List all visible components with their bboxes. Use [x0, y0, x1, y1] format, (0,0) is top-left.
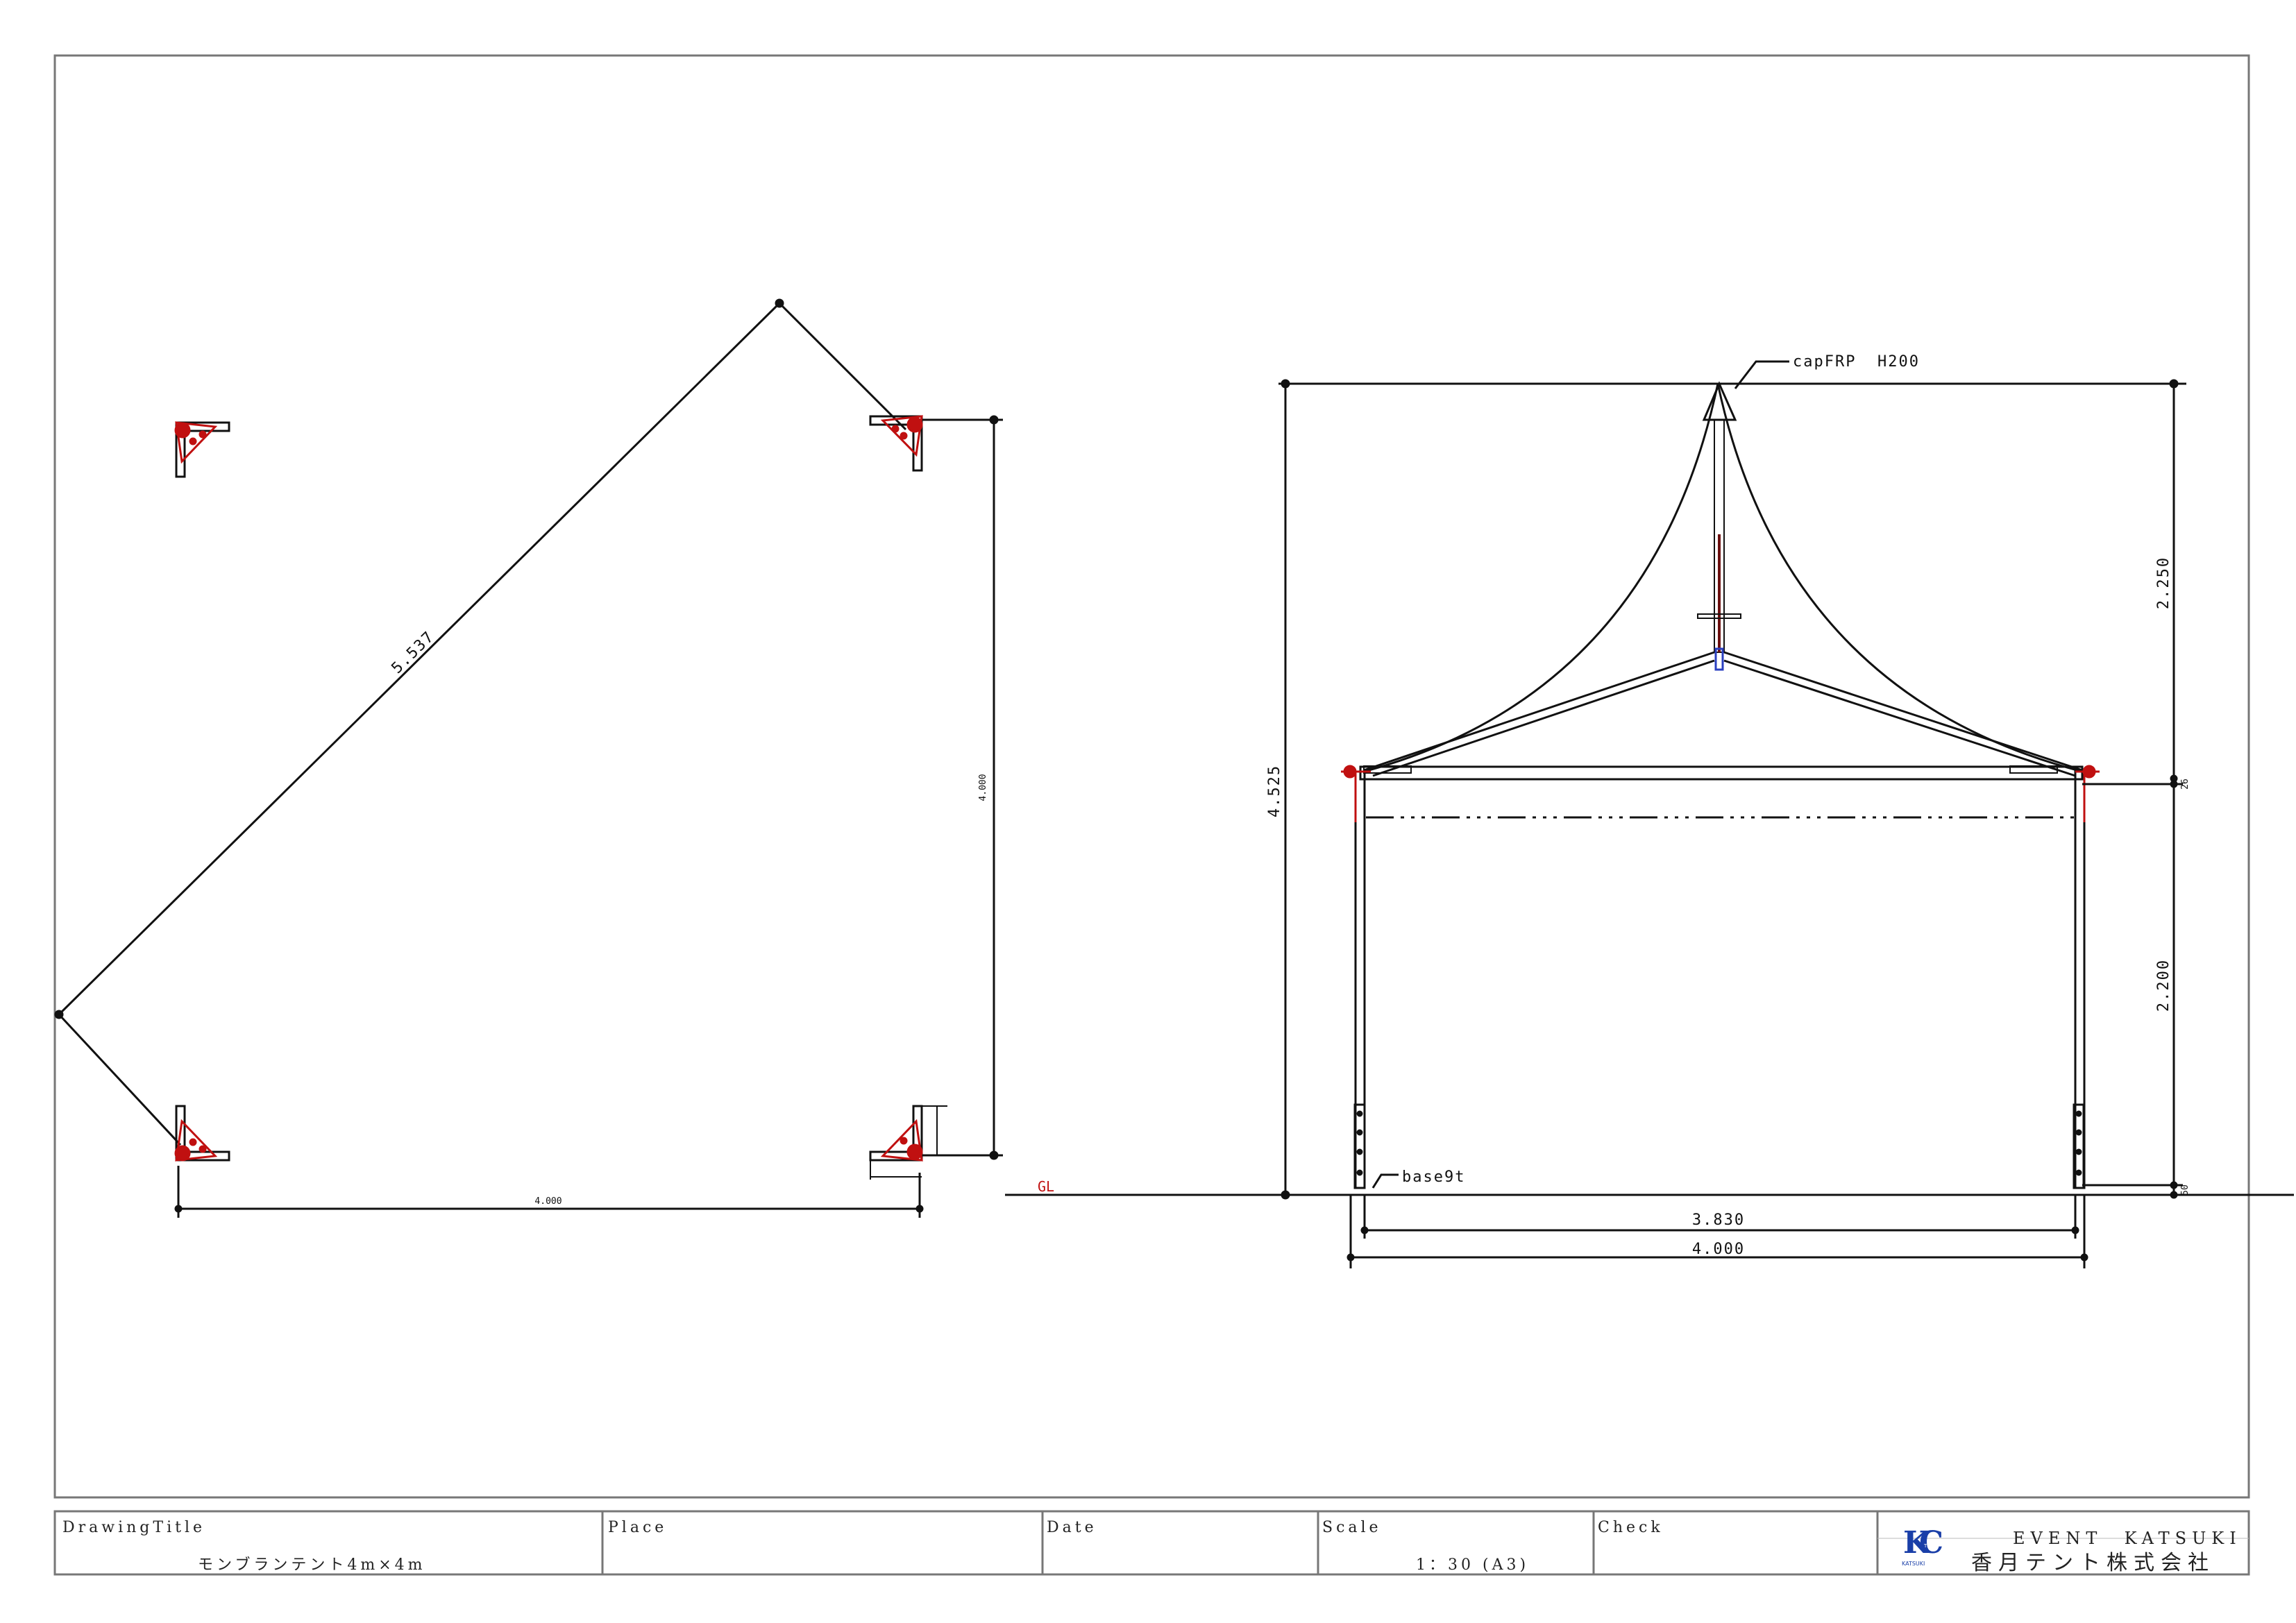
place-label: Place — [608, 1519, 667, 1536]
drawing-title-value: モンブランテント4m×4m — [198, 1556, 426, 1574]
plan-diagonal-dim: 5.537 — [389, 628, 439, 677]
date-label: Date — [1047, 1519, 1097, 1536]
plan-width-dim: 4.000 — [534, 1196, 562, 1207]
roof-height-dim: 2.250 — [2155, 556, 2172, 609]
plan-guy-line-top — [778, 302, 907, 431]
leg-left — [1354, 770, 1366, 1189]
roof-membrane-right — [1716, 383, 2083, 773]
rafter-right — [1723, 651, 2083, 772]
corner-bracket-top-right — [869, 415, 923, 472]
corner-bracket-top-left — [174, 421, 230, 478]
drawing-title-label: DrawingTitle — [62, 1519, 205, 1536]
ground-label: GL — [1038, 1178, 1054, 1195]
logo-sub: KATSUKI — [1902, 1561, 1925, 1567]
plan-view — [54, 298, 1003, 1218]
drawing-border — [53, 54, 2250, 1499]
scale-label: Scale — [1322, 1519, 1382, 1536]
logo-tent: TENT — [1923, 1543, 1937, 1549]
rafter-left — [1363, 651, 1715, 772]
plan-guy-line-bottom — [58, 1013, 182, 1146]
eave-beam — [1359, 765, 2084, 781]
drawing-sheet: 5.537 4.000 4.000 capFRP H200 base9t GL … — [53, 54, 2294, 1576]
wall-height-dim: 2.200 — [2155, 959, 2172, 1012]
roof-membrane-left — [1363, 383, 1719, 773]
cap-label: capFRP H200 — [1793, 353, 1920, 371]
total-height-dim: 4.525 — [1266, 765, 1283, 817]
eave-offset-dim: 26 — [2180, 779, 2191, 790]
plan-diagonal-line — [58, 302, 781, 1016]
inner-width-dim: 3.830 — [1692, 1212, 1745, 1229]
company-name-en: EVENT KATSUKI — [2013, 1529, 2242, 1548]
check-label: Check — [1598, 1519, 1664, 1536]
company-name-jp: 香月テント株式会社 — [1971, 1551, 2215, 1575]
base-leader — [1371, 1173, 1399, 1189]
base-height-dim: 50 — [2180, 1184, 2191, 1196]
scale-value: 1：30 (A3) — [1416, 1556, 1529, 1574]
elevation-view — [1005, 360, 2294, 1268]
base-label: base9t — [1402, 1169, 1465, 1186]
plan-depth-dim: 4.000 — [978, 774, 988, 801]
company-logo: KC TENT KATSUKI — [1902, 1525, 1952, 1567]
corner-bracket-bottom-left — [174, 1105, 230, 1162]
corner-bracket-bottom-right — [869, 1105, 947, 1180]
outer-width-dim: 4.000 — [1692, 1241, 1745, 1258]
